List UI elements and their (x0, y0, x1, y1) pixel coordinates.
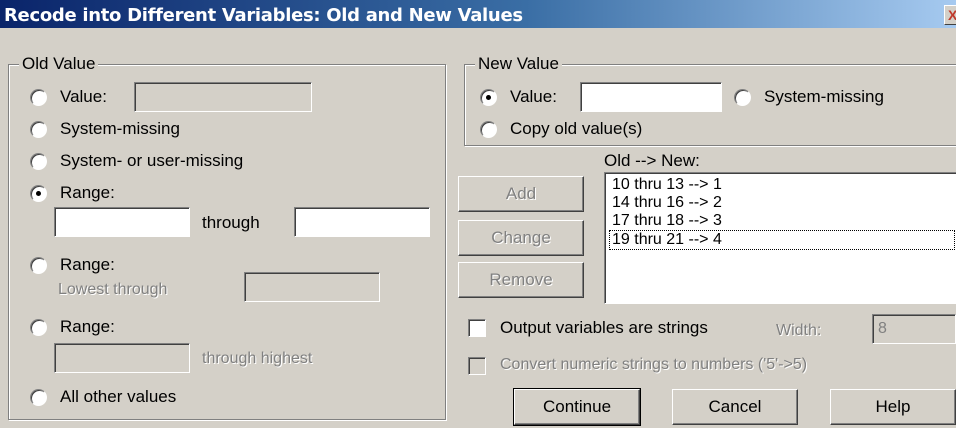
new-system-missing-label: System-missing (764, 87, 884, 106)
old-range-lowest-label: Range: (60, 255, 115, 274)
output-strings-checkbox[interactable] (468, 319, 486, 337)
width-input[interactable] (872, 314, 956, 344)
old-sys-user-missing-label: System- or user-missing (60, 151, 244, 170)
add-button[interactable]: Add (458, 176, 584, 212)
window-title: Recode into Different Variables: Old and… (4, 5, 523, 26)
list-item[interactable]: 14 thru 16 --> 2 (610, 194, 950, 212)
list-item[interactable]: 10 thru 13 --> 1 (610, 176, 950, 194)
old-value-input[interactable] (134, 82, 312, 112)
new-value-label: Value: (510, 87, 557, 106)
lowest-through-input[interactable] (244, 272, 380, 302)
range-to-input[interactable] (294, 207, 430, 237)
help-button[interactable]: Help (830, 389, 956, 425)
width-label: Width: (776, 322, 822, 339)
old-range-label: Range: (60, 183, 115, 202)
highest-from-input[interactable] (54, 343, 190, 373)
convert-strings-label: Convert numeric strings to numbers ('5'-… (500, 356, 808, 373)
output-strings-label: Output variables are strings (500, 318, 708, 337)
list-item[interactable]: 19 thru 21 --> 4 (609, 230, 955, 250)
convert-strings-checkbox[interactable] (468, 357, 486, 375)
continue-button[interactable]: Continue (513, 388, 641, 426)
old-all-other-label: All other values (60, 387, 177, 406)
through-highest-label: through highest (202, 350, 313, 367)
cancel-button[interactable]: Cancel (672, 389, 798, 425)
old-range-radio[interactable] (30, 185, 47, 202)
old-system-missing-label: System-missing (60, 119, 180, 138)
old-all-other-radio[interactable] (30, 389, 47, 406)
old-new-label: Old --> New: (604, 151, 700, 170)
title-bar: Recode into Different Variables: Old and… (0, 0, 956, 30)
old-value-radio[interactable] (30, 89, 47, 106)
old-value-label: Value: (60, 87, 107, 106)
old-value-legend: Old Value (19, 54, 99, 74)
old-range-lowest-radio[interactable] (30, 257, 47, 274)
list-item[interactable]: 17 thru 18 --> 3 (610, 212, 950, 230)
old-new-listbox[interactable]: 10 thru 13 --> 1 14 thru 16 --> 2 17 thr… (604, 172, 956, 304)
change-button[interactable]: Change (458, 220, 584, 256)
range-from-input[interactable] (54, 207, 190, 237)
close-icon[interactable]: X (944, 5, 956, 25)
copy-old-label: Copy old value(s) (510, 119, 643, 138)
old-range-highest-label: Range: (60, 317, 115, 336)
lowest-through-label: Lowest through (58, 281, 168, 298)
remove-button[interactable]: Remove (458, 262, 584, 298)
old-range-highest-radio[interactable] (30, 319, 47, 336)
new-value-legend: New Value (475, 54, 562, 74)
old-system-missing-radio[interactable] (30, 121, 47, 138)
new-system-missing-radio[interactable] (734, 89, 751, 106)
through-label: through (202, 213, 260, 232)
old-sys-user-missing-radio[interactable] (30, 153, 47, 170)
copy-old-radio[interactable] (480, 121, 497, 138)
new-value-radio[interactable] (480, 89, 497, 106)
new-value-input[interactable] (580, 82, 722, 112)
